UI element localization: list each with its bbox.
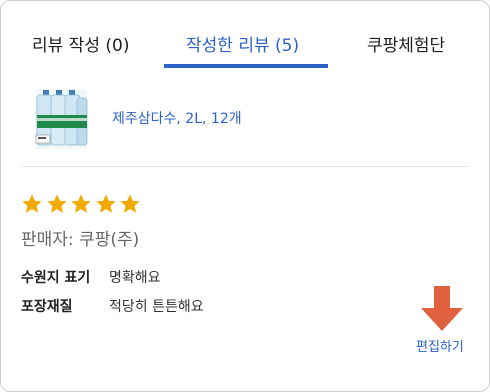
star-icon (120, 194, 140, 213)
product-image[interactable] (33, 87, 89, 151)
detail-value-packaging: 적당히 튼튼해요 (109, 299, 204, 315)
review-panel: 리뷰 작성 (0) 작성한 리뷰 (5) 쿠팡체험단 제주삼다수, 2L, 12… (0, 0, 490, 392)
star-icon (46, 194, 67, 213)
section-divider (21, 166, 468, 167)
review-tabs: 리뷰 작성 (0) 작성한 리뷰 (5) 쿠팡체험단 (1, 1, 489, 69)
star-icon (95, 194, 116, 213)
seller-info: 판매자: 쿠팡(주) (21, 230, 140, 250)
star-icon (22, 194, 42, 213)
edit-review-link[interactable]: 편집하기 (416, 336, 464, 355)
detail-value-water-source: 명확해요 (109, 270, 161, 286)
active-tab-indicator (164, 64, 328, 68)
tab-coupang-experience[interactable]: 쿠팡체험단 (367, 31, 445, 56)
water-bottle-pack-icon (35, 89, 88, 149)
down-arrow-icon (420, 286, 464, 332)
detail-label-packaging: 포장재질 (21, 299, 73, 315)
product-name-link[interactable]: 제주삼다수, 2L, 12개 (112, 108, 242, 128)
star-icon (71, 194, 91, 213)
tab-write-review[interactable]: 리뷰 작성 (0) (32, 31, 129, 56)
detail-label-water-source: 수원지 표기 (21, 270, 91, 286)
tab-written-reviews[interactable]: 작성한 리뷰 (5) (186, 31, 299, 56)
